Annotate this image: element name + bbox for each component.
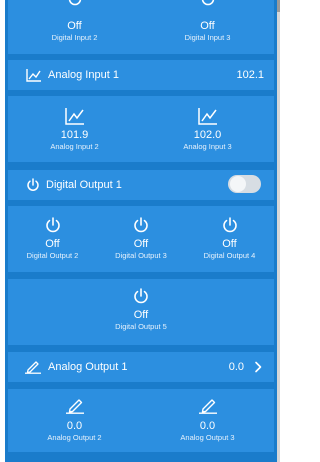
analog-input-3-value: 102.0 — [193, 129, 222, 141]
digital-input-3-label: Digital Input 3 — [184, 33, 231, 42]
digital-output-3-tile[interactable]: Off Digital Output 3 — [97, 206, 185, 261]
line-chart-icon — [64, 108, 84, 125]
power-icon — [134, 217, 148, 233]
analog-output-2-value: 0.0 — [66, 420, 83, 432]
pen-edit-icon — [198, 399, 217, 414]
digital-output-5-label: Digital Output 5 — [115, 322, 167, 331]
power-icon — [134, 288, 148, 304]
digital-output-2-label: Digital Output 2 — [26, 251, 79, 260]
analog-input-3-tile[interactable]: 102.0 Analog Input 3 — [141, 96, 274, 152]
digital-outputs-panel: Off Digital Output 2 Off Digital Output … — [8, 206, 274, 272]
analog-outputs-panel: 0.0 Analog Output 2 0.0 Analog Output 3 — [8, 389, 274, 452]
digital-input-3-tile[interactable]: Off Digital Input 3 — [141, 0, 274, 43]
analog-output-2-tile[interactable]: 0.0 Analog Output 2 — [8, 389, 141, 443]
analog-input-1-title: Analog Input 1 — [48, 69, 119, 81]
line-chart-icon — [26, 69, 41, 82]
analog-inputs-panel: 101.9 Analog Input 2 102.0 Analog Input … — [8, 96, 274, 162]
digital-input-2-label: Digital Input 2 — [51, 33, 98, 42]
digital-output-2-value: Off — [45, 238, 60, 250]
digital-output-5-panel: Off Digital Output 5 — [8, 279, 274, 345]
analog-output-1-title: Analog Output 1 — [48, 361, 128, 373]
chevron-right-icon[interactable] — [254, 361, 262, 373]
toggle-knob — [230, 176, 246, 192]
digital-output-2-tile[interactable]: Off Digital Output 2 — [8, 206, 97, 261]
digital-input-2-value: Off — [67, 20, 82, 32]
digital-output-4-tile[interactable]: Off Digital Output 4 — [185, 206, 274, 261]
digital-output-3-label: Digital Output 3 — [115, 251, 167, 260]
pen-edit-icon — [25, 361, 41, 374]
digital-output-1-toggle[interactable] — [228, 175, 261, 193]
line-chart-icon — [197, 108, 217, 125]
power-icon — [222, 217, 237, 233]
analog-input-3-label: Analog Input 3 — [183, 142, 232, 151]
analog-input-1-row[interactable]: Analog Input 1 102.1 — [8, 60, 274, 90]
analog-input-1-value: 102.1 — [236, 69, 264, 81]
analog-output-2-label: Analog Output 2 — [47, 433, 102, 442]
digital-inputs-panel: Off Digital Input 2 Off Digital Input 3 — [8, 0, 274, 54]
power-icon — [27, 178, 39, 191]
analog-output-3-value: 0.0 — [199, 420, 216, 432]
circle-icon — [68, 0, 82, 6]
scrollbar-thumb[interactable] — [277, 0, 280, 12]
analog-input-2-tile[interactable]: 101.9 Analog Input 2 — [8, 96, 141, 152]
analog-output-3-tile[interactable]: 0.0 Analog Output 3 — [141, 389, 274, 443]
pen-edit-icon — [65, 399, 84, 414]
digital-output-3-value: Off — [133, 238, 149, 250]
scrollbar[interactable] — [277, 0, 280, 462]
analog-output-3-label: Analog Output 3 — [180, 433, 235, 442]
digital-input-3-value: Off — [200, 20, 215, 32]
digital-output-4-value: Off — [222, 238, 237, 250]
circle-icon — [201, 0, 215, 6]
analog-input-2-label: Analog Input 2 — [50, 142, 99, 151]
analog-output-1-value: 0.0 — [228, 361, 244, 373]
digital-output-5-tile[interactable]: Off Digital Output 5 — [8, 279, 274, 332]
analog-output-1-row[interactable]: Analog Output 1 0.0 — [8, 352, 274, 382]
digital-output-1-title: Digital Output 1 — [46, 179, 122, 191]
power-icon — [45, 217, 60, 233]
digital-input-2-tile[interactable]: Off Digital Input 2 — [8, 0, 141, 43]
digital-output-4-label: Digital Output 4 — [203, 251, 256, 260]
analog-input-2-value: 101.9 — [60, 129, 89, 141]
digital-output-5-value: Off — [133, 309, 149, 321]
